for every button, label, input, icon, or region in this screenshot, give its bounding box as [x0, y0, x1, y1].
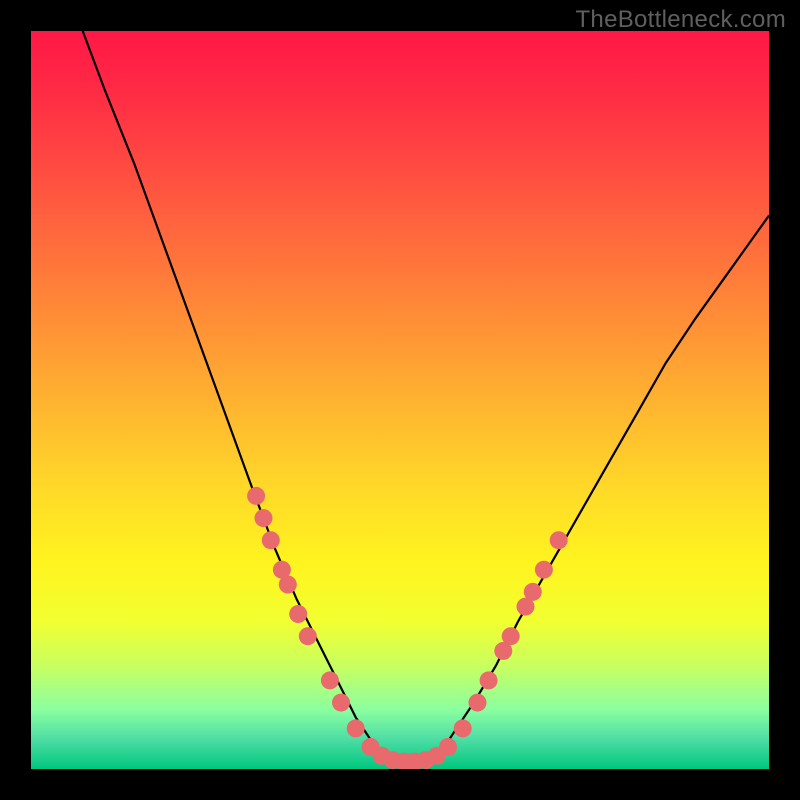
bottleneck-curve	[83, 31, 769, 762]
data-point	[535, 561, 553, 579]
data-point	[321, 671, 339, 689]
data-point	[502, 627, 520, 645]
attribution-text: TheBottleneck.com	[575, 6, 786, 34]
data-point	[247, 487, 265, 505]
data-point	[332, 694, 350, 712]
chart-frame: TheBottleneck.com	[0, 0, 800, 800]
data-point	[255, 509, 273, 527]
data-points	[247, 487, 568, 769]
data-point	[454, 719, 472, 737]
data-point	[480, 671, 498, 689]
data-point	[439, 738, 457, 756]
plot-area	[31, 31, 769, 769]
data-point	[524, 583, 542, 601]
data-point	[469, 694, 487, 712]
data-point	[347, 719, 365, 737]
chart-overlay	[31, 31, 769, 769]
data-point	[279, 576, 297, 594]
data-point	[289, 605, 307, 623]
data-point	[299, 627, 317, 645]
data-point	[550, 531, 568, 549]
data-point	[262, 531, 280, 549]
